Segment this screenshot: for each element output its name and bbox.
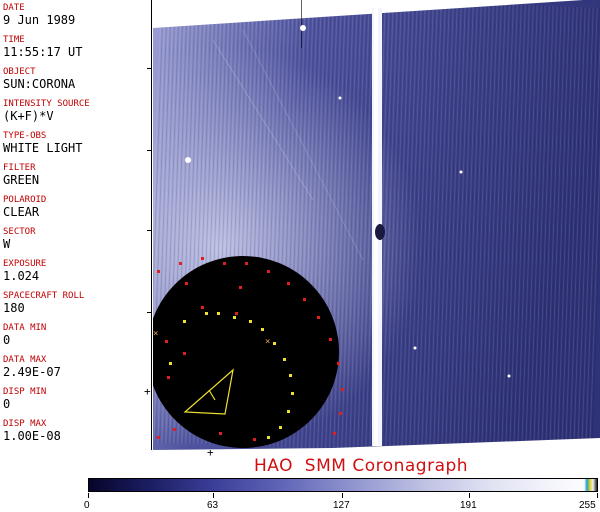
field-value: 11:55:17 UT <box>3 45 83 59</box>
colorbar-label: 0 <box>84 500 90 511</box>
colorbar <box>88 478 598 492</box>
field-data-max: DATA MAX 2.49E-07 <box>3 355 151 379</box>
field-label: EXPOSURE <box>3 259 47 269</box>
svg-text:×: × <box>265 337 270 347</box>
field-label: POLAROID <box>3 195 47 205</box>
instrument-caption: HAO SMM Coronagraph <box>254 456 469 476</box>
field-value: 2.49E-07 <box>3 365 61 379</box>
streamer-knot <box>375 224 385 240</box>
field-sector: SECTOR W <box>3 227 151 251</box>
field-value: 9 Jun 1989 <box>3 13 76 27</box>
crosshair-mark: + <box>144 385 151 398</box>
crosshair-mark: + <box>207 446 214 459</box>
field-label: DISP MIN <box>3 387 47 397</box>
field-value: 0 <box>3 397 11 411</box>
axis-tick <box>147 68 152 69</box>
field-value: 1.024 <box>3 269 40 283</box>
colorbar-label: 191 <box>460 500 477 511</box>
field-value: GREEN <box>3 173 40 187</box>
field-label: SPACECRAFT ROLL <box>3 291 85 301</box>
field-disp-max: DISP MAX 1.00E-08 <box>3 419 151 443</box>
field-polaroid: POLAROID CLEAR <box>3 195 151 219</box>
field-label: OBJECT <box>3 67 36 77</box>
field-value: 1.00E-08 <box>3 429 61 443</box>
field-filter: FILTER GREEN <box>3 163 151 187</box>
colorbar-label: 127 <box>333 500 350 511</box>
metadata-panel: DATE 9 Jun 1989 TIME 11:55:17 UT OBJECT … <box>0 0 152 450</box>
field-object: OBJECT SUN:CORONA <box>3 67 151 91</box>
colorbar-tick <box>469 493 470 498</box>
field-value: WHITE LIGHT <box>3 141 83 155</box>
field-intensity-source: INTENSITY SOURCE (K+F)*V <box>3 99 151 123</box>
field-value: W <box>3 237 11 251</box>
field-value: 180 <box>3 301 25 315</box>
field-label: FILTER <box>3 163 36 173</box>
field-time: TIME 11:55:17 UT <box>3 35 151 59</box>
coronagraph-image[interactable]: × × <box>153 0 600 450</box>
field-label: DISP MAX <box>3 419 47 429</box>
field-exposure: EXPOSURE 1.024 <box>3 259 151 283</box>
colorbar-tick <box>342 493 343 498</box>
colorbar-label: 255 <box>579 500 596 511</box>
axis-tick <box>147 230 152 231</box>
field-value: (K+F)*V <box>3 109 54 123</box>
colorbar-tick <box>597 493 598 498</box>
field-label: DATE <box>3 3 25 13</box>
occulter-disk <box>153 256 339 448</box>
coronagraph-svg: × × <box>153 0 600 450</box>
field-date: DATE 9 Jun 1989 <box>3 3 151 27</box>
field-value: 0 <box>3 333 11 347</box>
field-label: INTENSITY SOURCE <box>3 99 90 109</box>
field-spacecraft-roll: SPACECRAFT ROLL 180 <box>3 291 151 315</box>
field-label: TIME <box>3 35 25 45</box>
axis-tick <box>147 312 152 313</box>
colorbar-tick <box>88 493 89 498</box>
field-disp-min: DISP MIN 0 <box>3 387 151 411</box>
colorbar-label: 63 <box>207 500 219 511</box>
colorbar-tick <box>213 493 214 498</box>
axis-tick <box>147 150 152 151</box>
field-label: DATA MIN <box>3 323 47 333</box>
field-type-obs: TYPE-OBS WHITE LIGHT <box>3 131 151 155</box>
field-label: SECTOR <box>3 227 36 237</box>
field-data-min: DATA MIN 0 <box>3 323 151 347</box>
field-value: CLEAR <box>3 205 40 219</box>
field-value: SUN:CORONA <box>3 77 76 91</box>
field-label: TYPE-OBS <box>3 131 47 141</box>
svg-text:×: × <box>153 329 158 339</box>
field-label: DATA MAX <box>3 355 47 365</box>
